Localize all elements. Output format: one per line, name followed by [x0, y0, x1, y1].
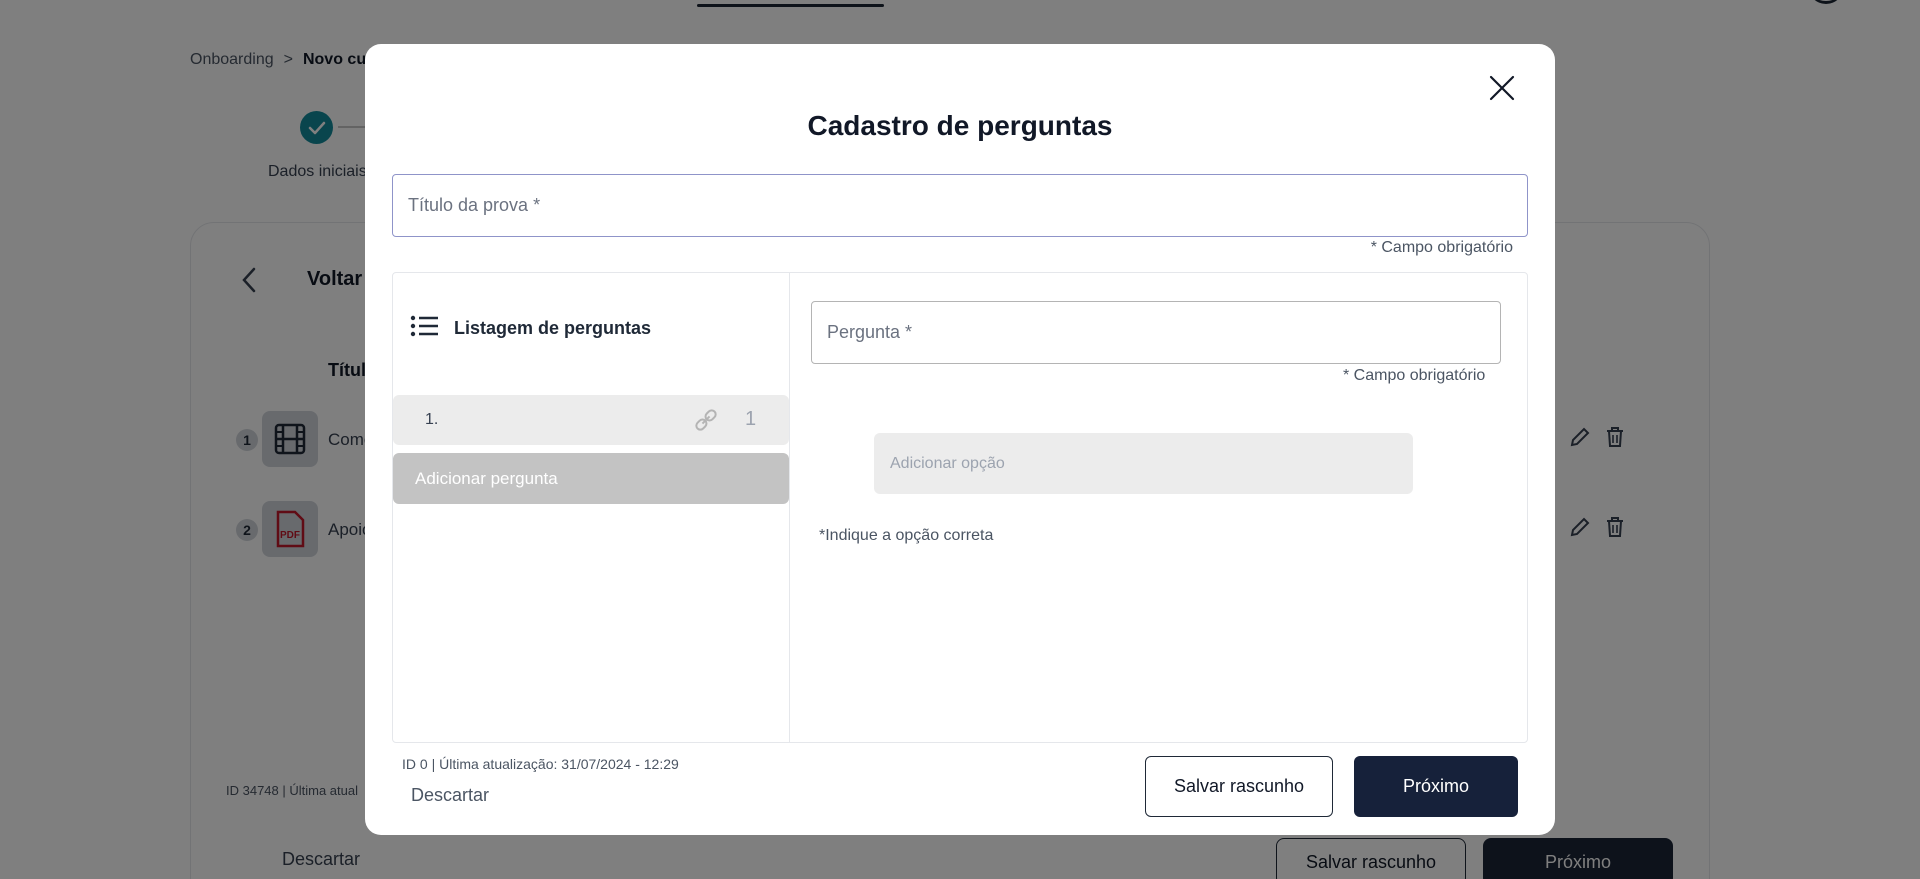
questions-list-panel: Listagem de perguntas 1. 1 Adicionar per…	[393, 273, 790, 742]
question-field	[811, 301, 1501, 364]
modal-title: Cadastro de perguntas	[807, 110, 1113, 141]
question-input[interactable]	[812, 302, 1500, 363]
question-registration-modal: Cadastro de perguntas * Campo obrigatóri…	[365, 44, 1555, 835]
modal-next-button[interactable]: Próximo	[1354, 756, 1518, 817]
question-list-item[interactable]: 1. 1	[393, 395, 789, 445]
questions-list-header: Listagem de perguntas	[410, 315, 651, 342]
correct-option-hint: *Indique a opção correta	[819, 527, 994, 544]
link-icon[interactable]	[693, 407, 719, 438]
question-required-note: * Campo obrigatório	[1343, 367, 1486, 384]
exam-title-input[interactable]	[393, 175, 1527, 236]
modal-save-draft-button[interactable]: Salvar rascunho	[1145, 756, 1333, 817]
question-number: 1.	[425, 411, 439, 428]
add-option-button[interactable]: Adicionar opção	[874, 433, 1413, 494]
exam-title-field	[392, 174, 1528, 237]
modal-discard-button[interactable]: Descartar	[411, 785, 489, 806]
add-question-button[interactable]: Adicionar pergunta	[393, 453, 789, 504]
question-options-count: 1	[745, 408, 757, 430]
questions-list-title: Listagem de perguntas	[454, 318, 652, 338]
list-icon	[410, 315, 438, 342]
required-note: * Campo obrigatório	[1370, 239, 1513, 256]
close-icon[interactable]	[1484, 70, 1520, 106]
questions-editor: Listagem de perguntas 1. 1 Adicionar per…	[392, 272, 1528, 743]
modal-meta: ID 0 | Última atualização: 31/07/2024 - …	[402, 756, 679, 772]
